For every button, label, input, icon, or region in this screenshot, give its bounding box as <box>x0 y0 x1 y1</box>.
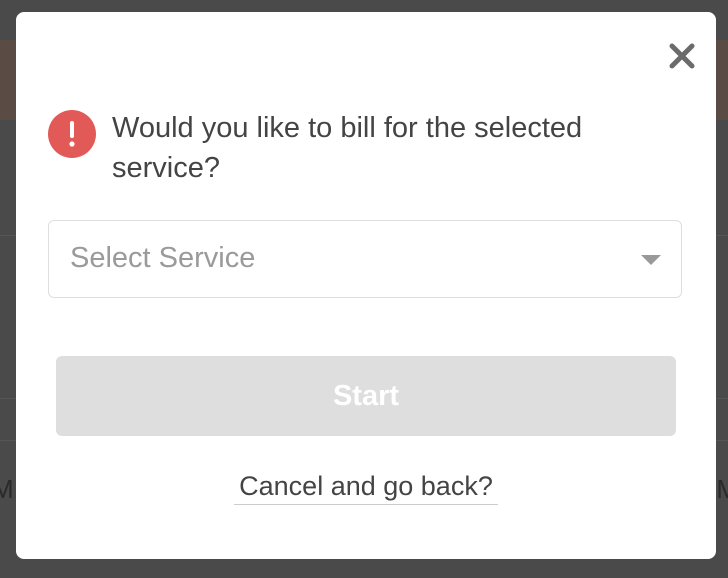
close-button[interactable] <box>666 40 698 72</box>
cancel-link[interactable]: Cancel and go back? <box>234 468 498 505</box>
background-text-right: M <box>716 474 728 504</box>
background-text-left: M <box>0 474 14 504</box>
chevron-down-icon <box>641 255 661 265</box>
close-icon <box>669 43 695 69</box>
exclamation-icon <box>48 110 96 158</box>
service-select[interactable]: Select Service <box>48 220 682 298</box>
service-select-placeholder: Select Service <box>70 242 256 274</box>
bill-service-dialog: Would you like to bill for the selected … <box>16 12 716 559</box>
start-button[interactable]: Start <box>56 356 676 436</box>
dialog-question: Would you like to bill for the selected … <box>112 112 583 184</box>
